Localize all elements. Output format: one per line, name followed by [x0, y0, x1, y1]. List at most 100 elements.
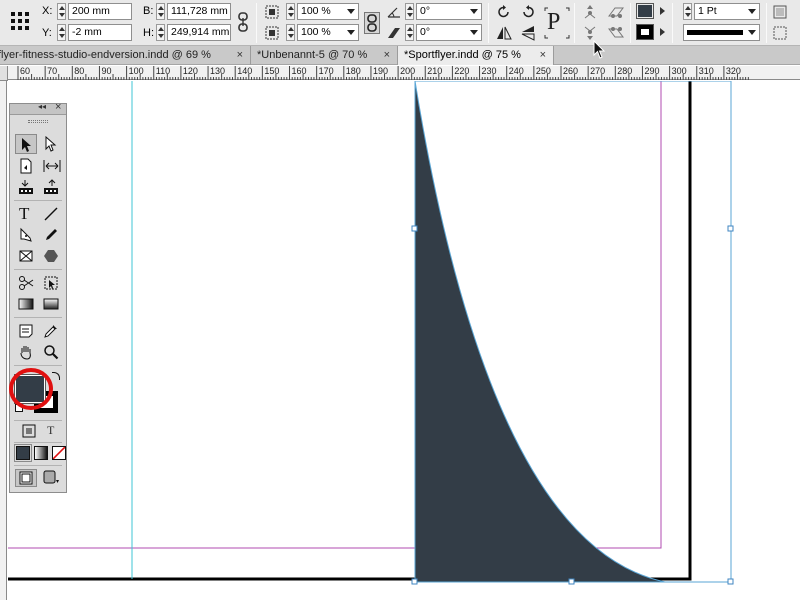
scale-link-button[interactable] — [364, 12, 380, 34]
stroke-weight-field[interactable]: 1 Pt — [694, 3, 760, 20]
rotate-stepper[interactable] — [405, 3, 414, 20]
x-position-field[interactable]: 200 mm — [68, 3, 132, 20]
tab-label: flyer-fitness-studio-endversion.indd @ 6… — [0, 49, 211, 61]
ruler-tick-label: 310 — [698, 66, 714, 76]
width-stepper[interactable] — [156, 3, 165, 20]
tab-unbenannt-5[interactable]: *Unbenannt-5 @ 70 % × — [251, 46, 398, 65]
height-field[interactable]: 249,914 mm — [167, 24, 231, 41]
drag-grip-icon[interactable] — [28, 120, 48, 123]
drop-shadow-icon[interactable] — [772, 25, 788, 41]
rotate-cw-icon[interactable] — [496, 4, 512, 20]
chevron-down-icon[interactable] — [748, 30, 756, 35]
tab-flyer-fitness-studio[interactable]: flyer-fitness-studio-endversion.indd @ 6… — [0, 46, 251, 65]
stroke-swatch[interactable] — [636, 24, 654, 40]
polygon-icon — [44, 250, 58, 262]
fill-menu-arrow-icon[interactable] — [660, 7, 665, 15]
ruler-tick-label: 60 — [20, 66, 31, 76]
transform-direction-icon[interactable]: P — [542, 6, 572, 40]
scale-x-stepper[interactable] — [286, 3, 295, 20]
shear-stepper[interactable] — [405, 24, 414, 41]
collapse-icon[interactable]: ◂◂ — [38, 102, 46, 111]
chevron-down-icon[interactable] — [347, 9, 355, 14]
rectangle-frame-tool[interactable] — [15, 246, 37, 266]
reference-point-icon[interactable] — [10, 11, 30, 31]
scale-x-field[interactable]: 100 % — [297, 3, 359, 20]
select-previous-icon[interactable] — [607, 4, 624, 20]
line-tool[interactable] — [40, 204, 62, 224]
normal-view-mode-button[interactable] — [15, 469, 37, 487]
effects-icon[interactable] — [772, 4, 788, 20]
fill-swatch[interactable] — [636, 3, 654, 19]
stroke-menu-arrow-icon[interactable] — [660, 28, 665, 36]
gradient-swatch-tool[interactable] — [15, 294, 37, 314]
close-icon[interactable]: × — [540, 46, 546, 64]
gradient-feather-tool[interactable] — [40, 294, 62, 314]
rotate-field[interactable]: 0° — [416, 3, 482, 20]
polygon-tool[interactable] — [40, 246, 62, 266]
apply-none-button[interactable] — [52, 446, 66, 460]
stroke-type-dropdown[interactable] — [683, 24, 760, 41]
chevron-down-icon[interactable] — [470, 30, 478, 35]
y-stepper[interactable] — [57, 24, 66, 41]
apply-gradient-button[interactable] — [34, 446, 48, 460]
scissors-tool[interactable] — [15, 273, 37, 293]
selection-tool[interactable] — [15, 134, 37, 154]
ruler-tick-label: 70 — [47, 66, 58, 76]
tab-sportflyer[interactable]: *Sportflyer.indd @ 75 % × — [398, 46, 554, 65]
chevron-down-icon[interactable] — [470, 9, 478, 14]
flip-horizontal-icon[interactable] — [496, 25, 512, 41]
eyedropper-tool[interactable] — [40, 321, 62, 341]
formatting-affects-text-button[interactable]: T — [44, 423, 60, 439]
y-position-field[interactable]: -2 mm — [68, 24, 132, 41]
mouse-pointer-icon — [593, 39, 607, 60]
horizontal-ruler[interactable]: 60 70 80 90 100 110 120 130 140 150 160 170 180 190 20… — [0, 66, 800, 80]
apply-color-button[interactable] — [14, 444, 32, 462]
direct-selection-arrow-icon — [45, 136, 57, 152]
hand-icon — [20, 346, 31, 360]
pen-tool[interactable] — [15, 225, 37, 245]
select-next-icon[interactable] — [607, 25, 624, 41]
gap-icon — [43, 160, 61, 172]
chevron-down-icon[interactable] — [748, 9, 756, 14]
width-field[interactable]: 111,728 mm — [167, 3, 231, 20]
close-icon[interactable]: × — [384, 46, 390, 64]
gap-tool[interactable] — [40, 156, 62, 176]
hand-tool[interactable] — [15, 342, 37, 362]
free-transform-tool[interactable] — [40, 273, 62, 293]
select-container-icon[interactable] — [582, 4, 598, 20]
shear-field[interactable]: 0° — [416, 24, 482, 41]
select-content-icon[interactable] — [582, 25, 598, 41]
close-icon[interactable]: × — [55, 101, 61, 113]
scale-x-value: 100 % — [301, 5, 331, 17]
ruler-origin-box[interactable] — [0, 66, 8, 81]
zoom-tool[interactable] — [40, 342, 62, 362]
content-collector-tool[interactable] — [15, 177, 37, 197]
stroke-weight-stepper[interactable] — [683, 3, 692, 20]
type-tool[interactable]: T — [15, 204, 37, 224]
direct-selection-tool[interactable] — [40, 134, 62, 154]
close-icon[interactable]: × — [237, 46, 243, 64]
preview-mode-button[interactable] — [41, 469, 63, 487]
x-stepper[interactable] — [57, 3, 66, 20]
document-canvas[interactable] — [8, 81, 800, 600]
scale-y-stepper[interactable] — [286, 24, 295, 41]
separator — [574, 3, 575, 43]
chevron-down-icon[interactable] — [347, 30, 355, 35]
shear-value: 0° — [420, 26, 431, 38]
line-icon — [44, 207, 58, 221]
rotate-ccw-icon[interactable] — [520, 4, 536, 20]
pencil-tool[interactable] — [40, 225, 62, 245]
note-tool[interactable] — [15, 321, 37, 341]
height-stepper[interactable] — [156, 24, 165, 41]
scale-y-field[interactable]: 100 % — [297, 24, 359, 41]
vertical-ruler[interactable] — [0, 80, 7, 600]
constrain-proportions-icon[interactable] — [236, 12, 250, 32]
ruler-tick-label: 80 — [74, 66, 85, 76]
separator — [672, 3, 673, 43]
ruler-tick-label: 250 — [535, 66, 551, 76]
page-tool[interactable] — [15, 156, 37, 176]
flip-vertical-icon[interactable] — [520, 25, 536, 41]
content-placer-tool[interactable] — [40, 177, 62, 197]
tools-panel-header[interactable]: ◂◂ × — [10, 101, 66, 115]
formatting-affects-container-button[interactable] — [20, 423, 38, 439]
